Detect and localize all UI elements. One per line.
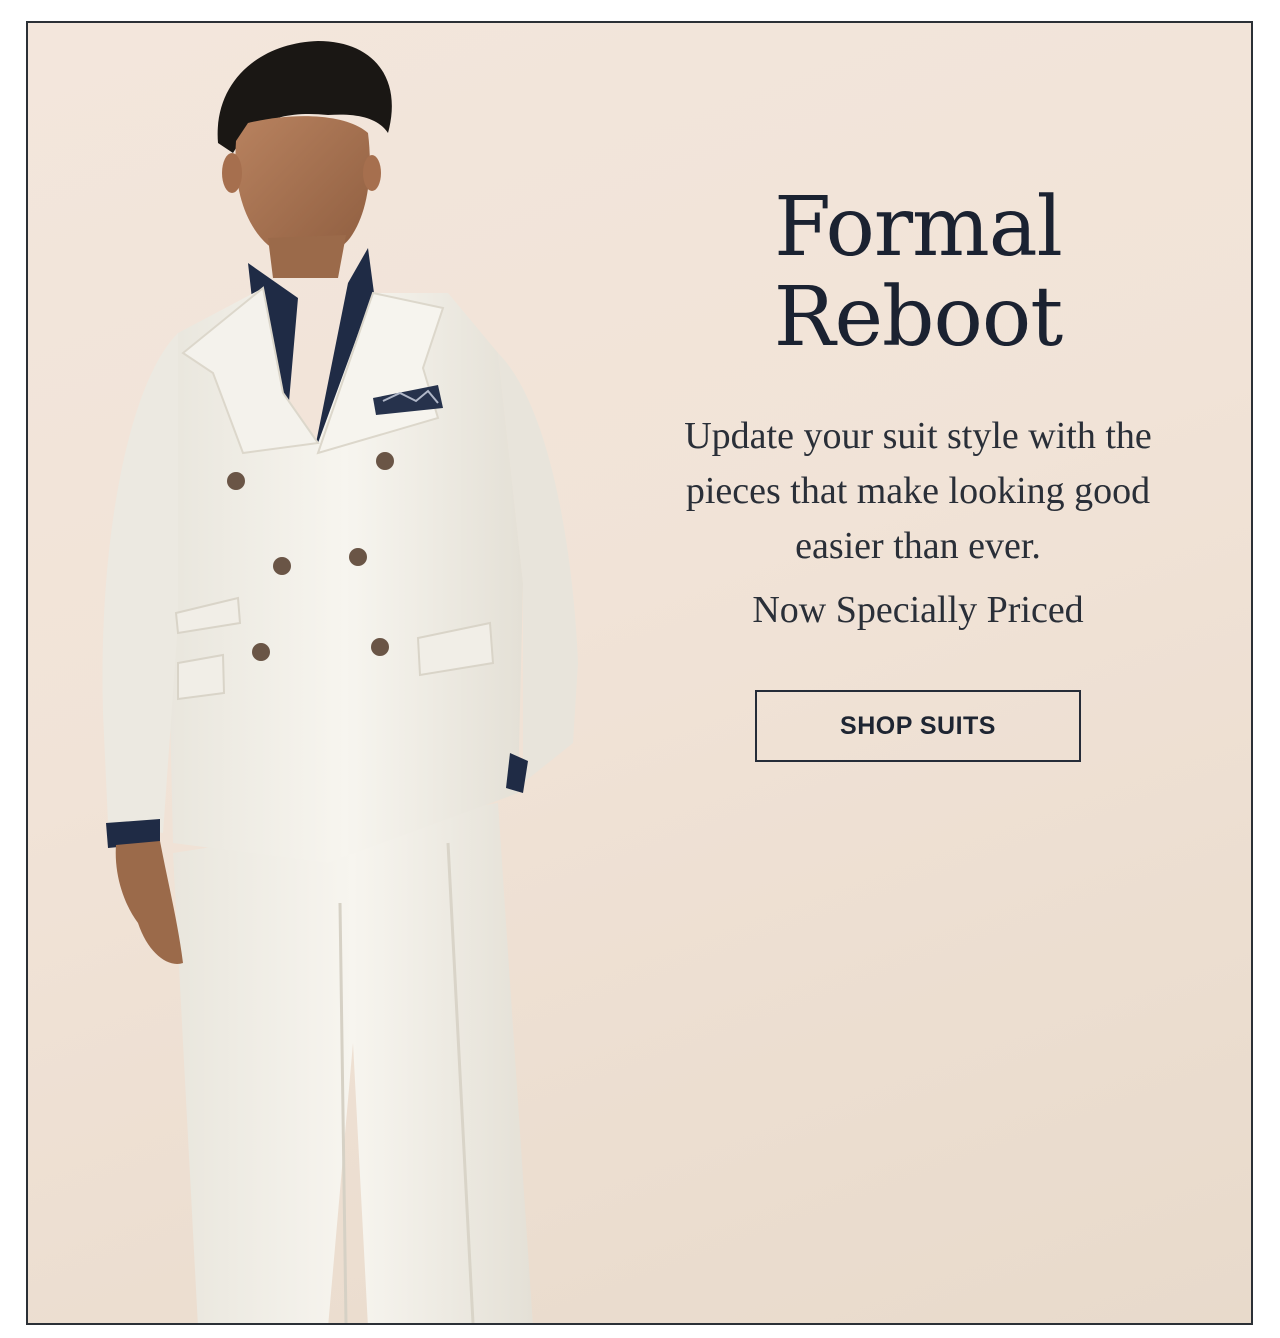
headline: Formal Reboot: [773, 180, 1063, 366]
model-in-white-suit-image[interactable]: [28, 23, 628, 1325]
shop-suits-button[interactable]: SHOP SUITS: [755, 690, 1081, 763]
promo-banner[interactable]: Formal Reboot Update your suit style wit…: [26, 21, 1253, 1325]
promo-copy: Formal Reboot Update your suit style wit…: [618, 180, 1218, 763]
pricing-note: Now Specially Priced: [752, 589, 1084, 632]
body-copy: Update your suit style with the pieces t…: [684, 415, 1152, 568]
